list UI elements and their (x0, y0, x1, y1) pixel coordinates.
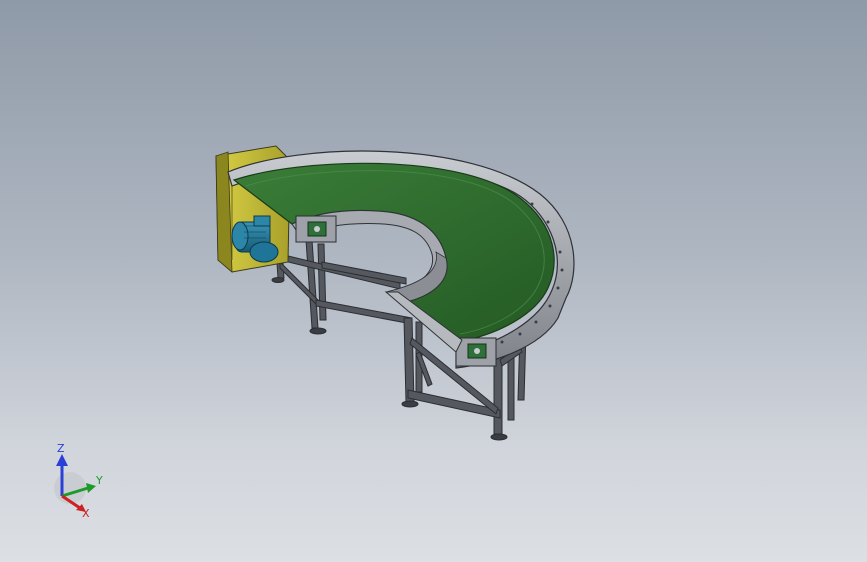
lower-end-bearing (455, 337, 497, 367)
conveyor-model[interactable] (0, 0, 867, 562)
z-axis-label: Z (57, 442, 65, 455)
y-axis-label: Y (95, 474, 103, 487)
x-axis-label: X (82, 507, 90, 520)
graphics-viewport[interactable]: Z Y X (0, 0, 867, 562)
upper-end-bearing (295, 215, 337, 243)
triad-sphere (54, 472, 86, 504)
axis-triad[interactable]: Z Y X (40, 440, 120, 520)
